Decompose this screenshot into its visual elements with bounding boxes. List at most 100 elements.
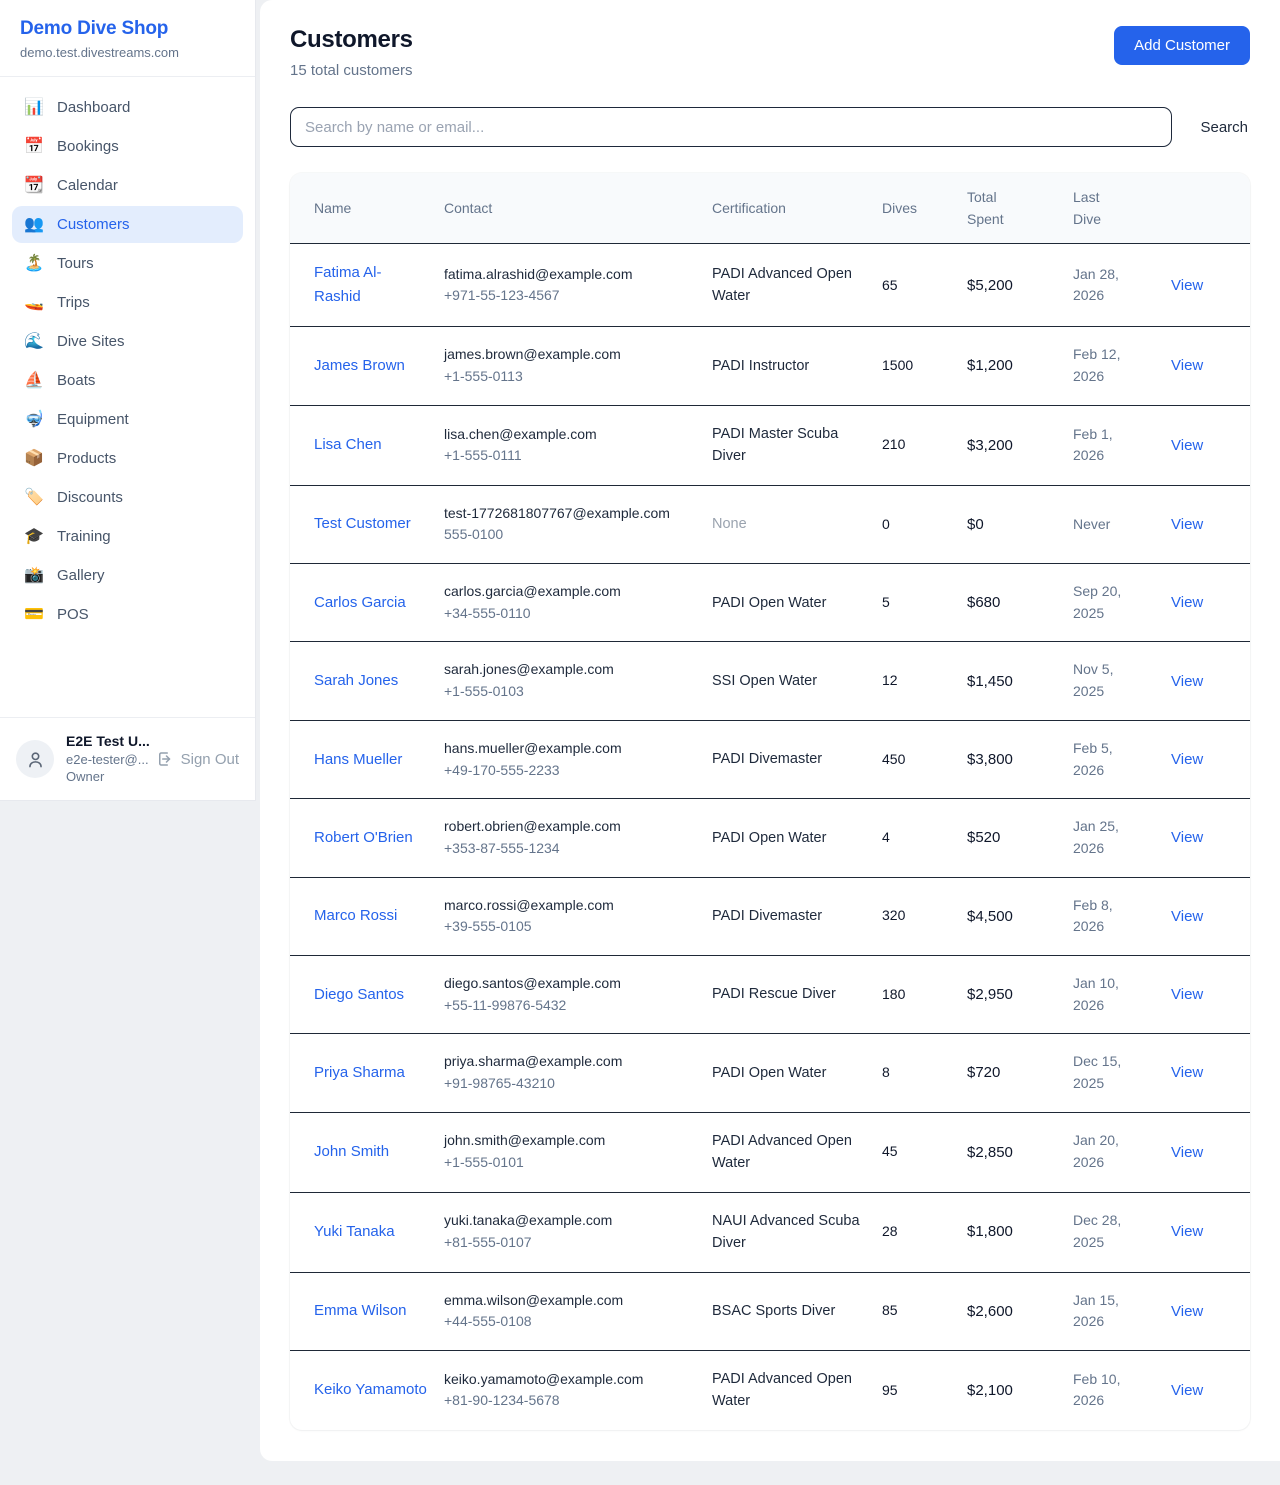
customer-email: hans.mueller@example.com — [444, 738, 696, 760]
customers-table-card: NameContactCertificationDivesTotal Spent… — [290, 173, 1250, 1430]
customer-name-link[interactable]: Diego Santos — [314, 983, 404, 1007]
customer-name-link[interactable]: John Smith — [314, 1140, 389, 1164]
customer-certification: SSI Open Water — [704, 642, 874, 720]
customer-name-link[interactable]: Fatima Al-Rashid — [314, 261, 428, 309]
sidebar-item-label: Products — [57, 450, 116, 467]
column-header-certification: Certification — [704, 173, 874, 244]
customer-email: yuki.tanaka@example.com — [444, 1210, 696, 1232]
view-customer-link[interactable]: View — [1171, 1303, 1203, 1320]
customer-phone: +81-90-1234-5678 — [444, 1390, 696, 1412]
sidebar-item-dive-sites[interactable]: 🌊 Dive Sites — [12, 323, 243, 360]
customer-name-link[interactable]: Emma Wilson — [314, 1299, 407, 1323]
page-title: Customers — [290, 26, 413, 54]
customer-email: keiko.yamamoto@example.com — [444, 1369, 696, 1391]
search-input[interactable] — [290, 107, 1172, 147]
view-customer-link[interactable]: View — [1171, 1223, 1203, 1240]
shop-domain: demo.test.divestreams.com — [20, 45, 235, 60]
dive-sites-icon: 🌊 — [24, 334, 44, 350]
customer-dives: 28 — [874, 1192, 959, 1272]
customer-certification: NAUI Advanced Scuba Diver — [704, 1192, 874, 1272]
customer-email: marco.rossi@example.com — [444, 895, 696, 917]
customer-name-link[interactable]: Robert O'Brien — [314, 826, 413, 850]
sidebar-item-label: Equipment — [57, 411, 129, 428]
view-customer-link[interactable]: View — [1171, 829, 1203, 846]
customer-last-dive: Never — [1073, 514, 1110, 536]
customer-name-link[interactable]: Keiko Yamamoto — [314, 1378, 427, 1402]
sidebar-item-bookings[interactable]: 📅 Bookings — [12, 128, 243, 165]
sidebar-item-label: Discounts — [57, 489, 123, 506]
customer-certification: PADI Divemaster — [704, 720, 874, 798]
customer-email: diego.santos@example.com — [444, 973, 696, 995]
customer-phone: +55-11-99876-5432 — [444, 995, 696, 1017]
view-customer-link[interactable]: View — [1171, 673, 1203, 690]
customer-total-spent: $720 — [959, 1034, 1065, 1112]
sidebar-item-equipment[interactable]: 🤿 Equipment — [12, 401, 243, 438]
view-customer-link[interactable]: View — [1171, 357, 1203, 374]
customer-total-spent: $1,800 — [959, 1192, 1065, 1272]
customer-total-spent: $3,800 — [959, 720, 1065, 798]
table-row: Fatima Al-Rashid fatima.alrashid@example… — [290, 244, 1250, 327]
customer-email: fatima.alrashid@example.com — [444, 264, 696, 286]
customer-dives: 8 — [874, 1034, 959, 1112]
view-customer-link[interactable]: View — [1171, 1382, 1203, 1399]
add-customer-button[interactable]: Add Customer — [1114, 26, 1250, 65]
sidebar-item-training[interactable]: 🎓 Training — [12, 518, 243, 555]
customer-dives: 4 — [874, 799, 959, 877]
sidebar-item-calendar[interactable]: 📆 Calendar — [12, 167, 243, 204]
sidebar-item-boats[interactable]: ⛵ Boats — [12, 362, 243, 399]
sidebar-item-pos[interactable]: 💳 POS — [12, 596, 243, 633]
table-header: NameContactCertificationDivesTotal Spent… — [290, 173, 1250, 244]
sign-out-button[interactable]: Sign Out — [156, 750, 239, 768]
sidebar-item-gallery[interactable]: 📸 Gallery — [12, 557, 243, 594]
customer-last-dive: Jan 20, 2026 — [1073, 1130, 1143, 1173]
table-row: Emma Wilson emma.wilson@example.com +44-… — [290, 1272, 1250, 1350]
column-header-actions — [1163, 173, 1250, 244]
view-customer-link[interactable]: View — [1171, 437, 1203, 454]
discounts-icon: 🏷️ — [24, 490, 44, 506]
customer-name-link[interactable]: Lisa Chen — [314, 433, 382, 457]
column-header-total-spent: Total Spent — [959, 173, 1065, 244]
customer-phone: 555-0100 — [444, 524, 696, 546]
customer-name-link[interactable]: James Brown — [314, 354, 405, 378]
customer-total-spent: $680 — [959, 564, 1065, 642]
sidebar-item-label: POS — [57, 606, 89, 623]
customer-last-dive: Nov 5, 2025 — [1073, 659, 1143, 702]
customer-dives: 450 — [874, 720, 959, 798]
sidebar-item-customers[interactable]: 👥 Customers — [12, 206, 243, 243]
view-customer-link[interactable]: View — [1171, 516, 1203, 533]
customer-name-link[interactable]: Hans Mueller — [314, 748, 402, 772]
customer-name-link[interactable]: Test Customer — [314, 512, 411, 536]
sidebar-item-products[interactable]: 📦 Products — [12, 440, 243, 477]
sidebar-item-label: Training — [57, 528, 111, 545]
tours-icon: 🏝️ — [24, 256, 44, 272]
sidebar-item-dashboard[interactable]: 📊 Dashboard — [12, 89, 243, 126]
customer-dives: 320 — [874, 877, 959, 955]
sidebar-item-discounts[interactable]: 🏷️ Discounts — [12, 479, 243, 516]
customer-certification: PADI Instructor — [704, 327, 874, 405]
view-customer-link[interactable]: View — [1171, 277, 1203, 294]
customer-name-link[interactable]: Sarah Jones — [314, 669, 398, 693]
gallery-icon: 📸 — [24, 568, 44, 584]
table-row: Sarah Jones sarah.jones@example.com +1-5… — [290, 642, 1250, 720]
sidebar-item-trips[interactable]: 🚤 Trips — [12, 284, 243, 321]
customer-name-link[interactable]: Priya Sharma — [314, 1061, 405, 1085]
customer-name-link[interactable]: Marco Rossi — [314, 904, 397, 928]
customer-name-link[interactable]: Yuki Tanaka — [314, 1220, 395, 1244]
customer-last-dive: Sep 20, 2025 — [1073, 581, 1143, 624]
customer-phone: +971-55-123-4567 — [444, 285, 696, 307]
table-row: Hans Mueller hans.mueller@example.com +4… — [290, 720, 1250, 798]
search-button[interactable]: Search — [1198, 113, 1250, 142]
view-customer-link[interactable]: View — [1171, 751, 1203, 768]
view-customer-link[interactable]: View — [1171, 1144, 1203, 1161]
view-customer-link[interactable]: View — [1171, 1064, 1203, 1081]
view-customer-link[interactable]: View — [1171, 594, 1203, 611]
view-customer-link[interactable]: View — [1171, 908, 1203, 925]
customer-total-spent: $5,200 — [959, 244, 1065, 327]
table-row: Priya Sharma priya.sharma@example.com +9… — [290, 1034, 1250, 1112]
customer-name-link[interactable]: Carlos Garcia — [314, 591, 406, 615]
sidebar-item-tours[interactable]: 🏝️ Tours — [12, 245, 243, 282]
view-customer-link[interactable]: View — [1171, 986, 1203, 1003]
customer-dives: 65 — [874, 244, 959, 327]
customer-dives: 180 — [874, 955, 959, 1033]
customer-last-dive: Feb 8, 2026 — [1073, 895, 1143, 938]
